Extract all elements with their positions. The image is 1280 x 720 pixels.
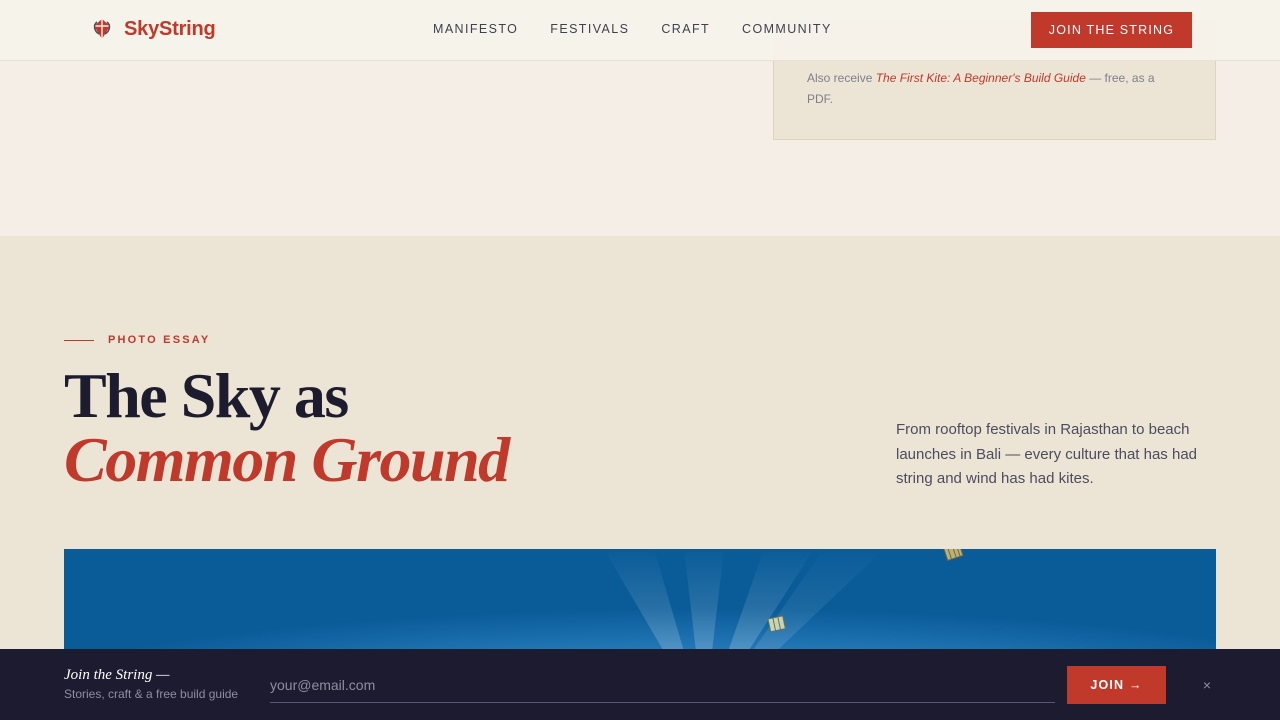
eyebrow: PHOTO ESSAY <box>64 334 210 346</box>
headline-line-2: Common Ground <box>64 424 510 495</box>
essay-lede: From rooftop festivals in Rajasthan to b… <box>896 421 1198 487</box>
photo-essay-section: PHOTO ESSAY The Sky as Common Ground Fro… <box>0 236 1280 720</box>
build-guide-link[interactable]: The First Kite: A Beginner's Build Guide <box>876 71 1086 85</box>
brand[interactable]: SkyString <box>90 17 216 41</box>
nav-link-manifesto[interactable]: MANIFESTO <box>433 22 518 36</box>
essay-headline: The Sky as Common Ground <box>64 360 510 495</box>
eyebrow-rule <box>64 339 94 341</box>
headline-line-1: The Sky as <box>64 360 349 431</box>
brand-name: SkyString <box>124 17 216 40</box>
join-the-string-button[interactable]: JOIN THE STRING <box>1031 12 1192 48</box>
nav-link-craft[interactable]: CRAFT <box>661 22 710 36</box>
top-nav: SkyString MANIFESTO FESTIVALS CRAFT COMM… <box>0 0 1280 61</box>
close-icon[interactable]: × <box>1198 674 1216 696</box>
nav-link-community[interactable]: COMMUNITY <box>742 22 832 36</box>
signup-card-note: Also receive The First Kite: A Beginner'… <box>807 68 1177 110</box>
join-button[interactable]: JOIN → <box>1067 666 1166 704</box>
nav-links: MANIFESTO FESTIVALS CRAFT COMMUNITY <box>433 22 832 36</box>
signup-bar-subtitle: Stories, craft & a free build guide <box>64 687 239 701</box>
nav-link-festivals[interactable]: FESTIVALS <box>550 22 629 36</box>
signup-note-prefix: Also receive <box>807 71 876 85</box>
sticky-signup-bar: Join the String — Stories, craft & a fre… <box>0 649 1280 720</box>
signup-bar-title: Join the String — <box>64 667 170 683</box>
eyebrow-label: PHOTO ESSAY <box>108 334 211 346</box>
kite-shape <box>767 615 786 633</box>
kite-logo-icon <box>90 17 114 41</box>
email-field[interactable] <box>270 667 1055 703</box>
